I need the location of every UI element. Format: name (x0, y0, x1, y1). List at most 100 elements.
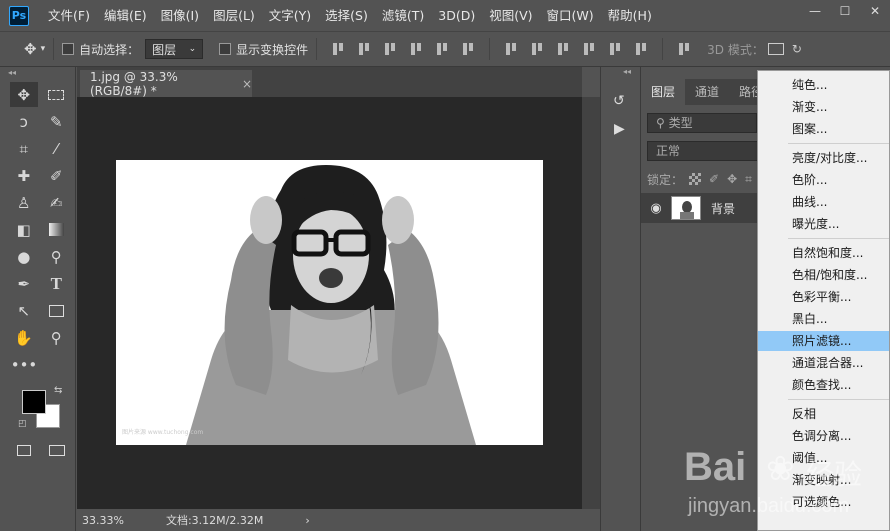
menu-item-levels[interactable]: 色阶... (758, 170, 889, 190)
marquee-tool-icon[interactable] (43, 82, 71, 107)
distribute-vcenter-icon[interactable] (529, 41, 545, 57)
status-menu-arrow-icon[interactable]: › (305, 514, 309, 527)
layer-thumbnail[interactable] (671, 196, 701, 220)
distribute-bottom-icon[interactable] (555, 41, 571, 57)
menu-item-color-balance[interactable]: 色彩平衡... (758, 287, 889, 307)
panel-collapse-icon[interactable]: ◂◂ (623, 67, 631, 76)
blur-tool-icon[interactable]: ● (10, 244, 38, 269)
history-brush-tool-icon[interactable]: ✍ (43, 190, 71, 215)
gradient-tool-icon[interactable] (43, 217, 71, 242)
distribute-top-icon[interactable] (503, 41, 519, 57)
menu-item-selective-color[interactable]: 可选颜色... (758, 492, 889, 512)
lock-artboard-icon[interactable]: ⌗ (745, 172, 752, 187)
layer-filter-dropdown[interactable]: ⚲ 类型 (647, 113, 757, 133)
menu-item-posterize[interactable]: 色调分离... (758, 426, 889, 446)
menu-item-gradient[interactable]: 渐变... (758, 97, 889, 117)
maximize-button[interactable]: ☐ (830, 0, 860, 22)
align-left-icon[interactable] (408, 41, 424, 57)
auto-select-checkbox[interactable] (62, 43, 75, 55)
menu-item-exposure[interactable]: 曝光度... (758, 214, 889, 234)
auto-align-icon[interactable] (676, 41, 692, 57)
tab-layers[interactable]: 图层 (641, 79, 686, 105)
rectangle-tool-icon[interactable] (43, 298, 71, 323)
move-tool-icon[interactable]: ✥ (24, 40, 37, 58)
brush-tool-icon[interactable]: ✐ (43, 163, 71, 188)
quick-mask-icon[interactable] (10, 438, 38, 463)
menu-item-channel-mixer[interactable]: 通道混合器... (758, 353, 889, 373)
minimize-button[interactable]: — (800, 0, 830, 22)
image-canvas[interactable]: 图片来源 www.tuchong.com (116, 160, 543, 445)
menu-item-gradient-map[interactable]: 渐变映射... (758, 470, 889, 490)
lasso-tool-icon[interactable]: ↄ (10, 109, 38, 134)
menu-help[interactable]: 帮助(H) (601, 0, 659, 31)
crop-tool-icon[interactable]: ⌗ (10, 136, 38, 161)
menu-item-solid-color[interactable]: 纯色... (758, 75, 889, 95)
type-tool-icon[interactable]: T (43, 271, 71, 296)
menu-select[interactable]: 选择(S) (318, 0, 375, 31)
menu-file[interactable]: 文件(F) (41, 0, 97, 31)
more-tools-icon[interactable]: ••• (10, 352, 38, 377)
zoom-tool-icon[interactable]: ⚲ (43, 325, 71, 350)
close-button[interactable]: ✕ (860, 0, 890, 22)
menu-item-vibrance[interactable]: 自然饱和度... (758, 243, 889, 263)
menu-filter[interactable]: 滤镜(T) (375, 0, 431, 31)
menu-item-hue-saturation[interactable]: 色相/饱和度... (758, 265, 889, 285)
dodge-tool-icon[interactable]: ⚲ (43, 244, 71, 269)
clone-stamp-tool-icon[interactable]: ♙ (10, 190, 38, 215)
align-top-icon[interactable] (330, 41, 346, 57)
path-select-tool-icon[interactable]: ↖ (10, 298, 38, 323)
eraser-tool-icon[interactable]: ◧ (10, 217, 38, 242)
distribute-right-icon[interactable] (633, 41, 649, 57)
swap-colors-icon[interactable]: ⇆ (54, 385, 62, 396)
menu-3d[interactable]: 3D(D) (431, 0, 482, 31)
menu-item-invert[interactable]: 反相 (758, 404, 889, 424)
menu-item-photo-filter[interactable]: 照片滤镜... (758, 331, 889, 351)
menu-item-color-lookup[interactable]: 颜色查找... (758, 375, 889, 395)
quick-select-tool-icon[interactable]: ✎ (43, 109, 71, 134)
menu-layer[interactable]: 图层(L) (206, 0, 262, 31)
tool-preset-arrow-icon[interactable]: ▾ (41, 44, 46, 54)
menu-image[interactable]: 图像(I) (154, 0, 206, 31)
lock-position-icon[interactable]: ✥ (727, 172, 737, 186)
foreground-color-swatch[interactable] (22, 390, 46, 414)
menu-item-brightness-contrast[interactable]: 亮度/对比度... (758, 148, 889, 168)
layer-name[interactable]: 背景 (711, 200, 735, 217)
default-colors-icon[interactable]: ◰ (18, 419, 27, 429)
history-icon[interactable]: ↺ (613, 93, 625, 109)
tab-channels[interactable]: 通道 (685, 79, 729, 105)
canvas-area[interactable]: 图片来源 www.tuchong.com (77, 97, 582, 509)
3d-orbit-icon[interactable] (767, 43, 784, 55)
actions-play-icon[interactable]: ▶ (614, 121, 625, 137)
pen-tool-icon[interactable]: ✒ (10, 271, 38, 296)
show-transform-checkbox[interactable] (219, 43, 232, 55)
zoom-level[interactable]: 33.33% (82, 514, 124, 527)
hand-tool-icon[interactable]: ✋ (10, 325, 38, 350)
menu-type[interactable]: 文字(Y) (262, 0, 318, 31)
eyedropper-tool-icon[interactable]: ⁄ (43, 136, 71, 161)
menu-item-pattern[interactable]: 图案... (758, 119, 889, 139)
menu-view[interactable]: 视图(V) (482, 0, 539, 31)
menu-item-curves[interactable]: 曲线... (758, 192, 889, 212)
3d-roll-icon[interactable]: ↻ (792, 42, 802, 56)
panel-collapse-icon[interactable]: ◂◂ (0, 67, 75, 79)
vertical-scrollbar[interactable] (582, 97, 600, 509)
document-tab[interactable]: 1.jpg @ 33.3%(RGB/8#) * × (80, 70, 252, 98)
distribute-left-icon[interactable] (581, 41, 597, 57)
menu-window[interactable]: 窗口(W) (540, 0, 601, 31)
distribute-hcenter-icon[interactable] (607, 41, 623, 57)
lock-transparent-icon[interactable] (689, 173, 702, 185)
move-tool-icon[interactable]: ✥ (10, 82, 38, 107)
align-bottom-icon[interactable] (382, 41, 398, 57)
close-tab-icon[interactable]: × (242, 77, 252, 91)
eye-icon[interactable]: ◉ (641, 201, 671, 216)
align-right-icon[interactable] (460, 41, 476, 57)
screen-mode-icon[interactable] (43, 438, 71, 463)
menu-item-threshold[interactable]: 阈值... (758, 448, 889, 468)
healing-brush-tool-icon[interactable]: ✚ (10, 163, 38, 188)
menu-edit[interactable]: 编辑(E) (97, 0, 154, 31)
align-hcenter-icon[interactable] (434, 41, 450, 57)
blend-mode-dropdown[interactable]: 正常 (647, 141, 767, 161)
auto-select-dropdown[interactable]: 图层 ⌄ (145, 39, 204, 59)
align-vcenter-icon[interactable] (356, 41, 372, 57)
menu-item-black-white[interactable]: 黑白... (758, 309, 889, 329)
